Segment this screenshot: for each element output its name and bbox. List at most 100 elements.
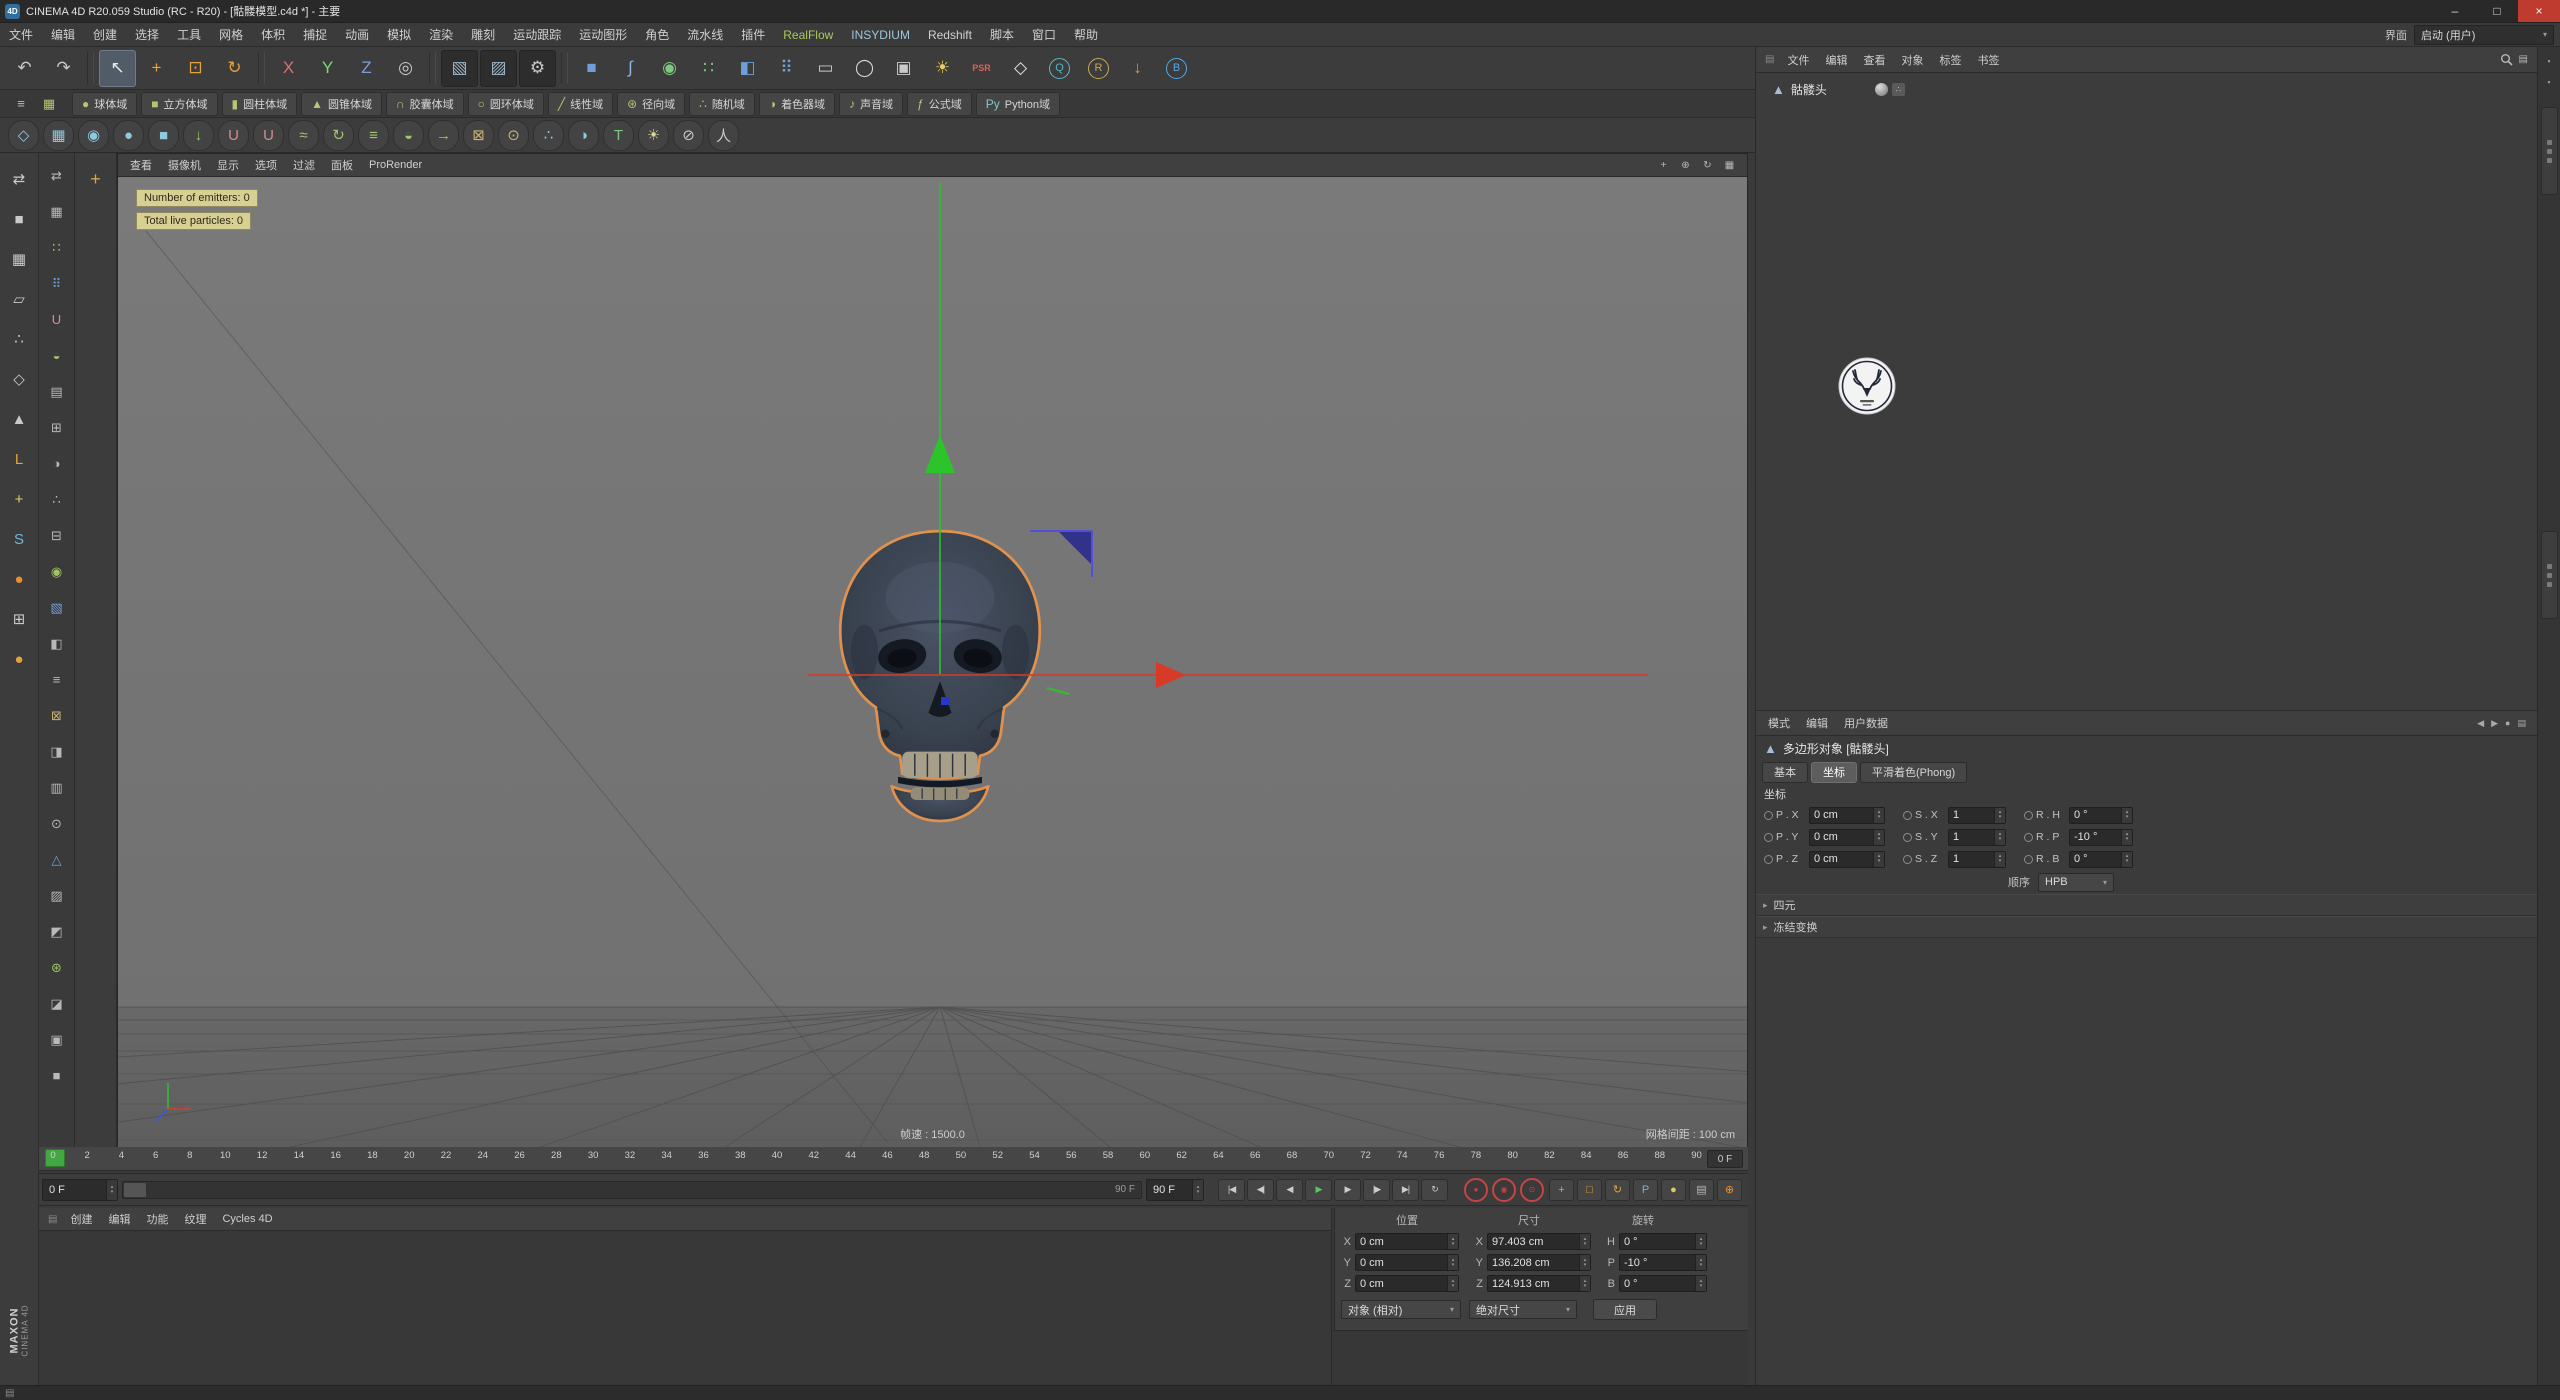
rotation-field[interactable]: 0 ° ▴ ▾: [2069, 806, 2133, 824]
dock-tab[interactable]: [2540, 531, 2558, 619]
render-settings-icon[interactable]: ⚙: [519, 49, 556, 87]
history-back-icon[interactable]: ◀: [2477, 718, 2484, 729]
palette-icon-13[interactable]: ▧: [42, 593, 71, 622]
move-tool-icon[interactable]: +: [138, 50, 175, 87]
menu-item[interactable]: 插件: [732, 23, 774, 46]
coordinate-mode-dropdown[interactable]: 对象 (相对) ▾: [1341, 1300, 1461, 1319]
keyframe-dot[interactable]: [1764, 854, 1773, 864]
palette-icon-19[interactable]: ⊙: [42, 809, 71, 838]
rf-gravity-daemon-icon[interactable]: ↓: [183, 119, 214, 151]
palette-icon-3[interactable]: ∷: [42, 233, 71, 262]
material-menu-item[interactable]: 纹理: [176, 1208, 214, 1230]
linear-field-button[interactable]: ╱ 线性域: [547, 91, 614, 116]
rf-drag-daemon-icon[interactable]: ≡: [358, 119, 389, 151]
palette-icon-10[interactable]: ∴: [42, 485, 71, 514]
dock-icon[interactable]: ▪: [2542, 53, 2557, 68]
next-key-button[interactable]: |▶: [1363, 1178, 1390, 1201]
size-input[interactable]: 124.913 cm ▴ ▾: [1487, 1275, 1591, 1292]
spinner[interactable]: ▴ ▾: [2121, 829, 2132, 845]
close-button[interactable]: ×: [2518, 0, 2560, 22]
polygons-mode-icon[interactable]: ▲: [3, 403, 35, 435]
lock-y-axis-icon[interactable]: Y: [309, 50, 346, 87]
panel-menu-icon[interactable]: ▤: [1760, 54, 1779, 65]
realflow-download-icon[interactable]: ↓: [1119, 50, 1156, 87]
rf-text-icon[interactable]: T: [603, 119, 634, 151]
cylinder-field-button[interactable]: ▮ 圆柱体域: [221, 91, 298, 116]
object-row-skull[interactable]: ▲ 骷髅头 ∴: [1756, 79, 2538, 99]
camera-icon[interactable]: ▣: [885, 50, 922, 87]
rotation-field[interactable]: -10 ° ▴ ▾: [2069, 828, 2133, 846]
snap-toggle-icon[interactable]: S: [3, 523, 35, 555]
scale-field[interactable]: 1 ▴ ▾: [1948, 828, 2006, 846]
keyframe-dot[interactable]: [1903, 810, 1912, 820]
attribute-tab[interactable]: 基本: [1762, 761, 1808, 783]
add-cube-icon[interactable]: ■: [573, 50, 610, 87]
menu-item[interactable]: 雕刻: [462, 23, 504, 46]
redo-icon[interactable]: ↷: [45, 50, 82, 87]
goto-start-button[interactable]: |◀: [1218, 1178, 1245, 1201]
palette-icon-4[interactable]: ⠿: [42, 269, 71, 298]
attribute-tab[interactable]: 平滑着色(Phong): [1860, 761, 1968, 783]
position-input[interactable]: 0 cm ▴ ▾: [1355, 1233, 1459, 1250]
quick-render-r-icon[interactable]: R: [1080, 50, 1117, 87]
menu-item[interactable]: 文件: [0, 23, 42, 46]
palette-icon-14[interactable]: ◧: [42, 629, 71, 658]
viewport-menu-item[interactable]: 面板: [323, 154, 361, 176]
menu-item[interactable]: 脚本: [981, 23, 1023, 46]
rf-kvolume-daemon-icon[interactable]: ⊠: [463, 119, 494, 151]
object-manager-menu-item[interactable]: 对象: [1893, 47, 1931, 72]
palette-icon-1[interactable]: ⇄: [42, 161, 71, 190]
viewport-menu-item[interactable]: 过滤: [285, 154, 323, 176]
viewport-menu-item[interactable]: 显示: [209, 154, 247, 176]
panel-menu-icon[interactable]: ▤: [43, 1214, 62, 1225]
rf-disable-icon[interactable]: ⊘: [673, 119, 704, 151]
palette-icon-22[interactable]: ◩: [42, 917, 71, 946]
menu-item[interactable]: 动画: [336, 23, 378, 46]
material-menu-item[interactable]: 编辑: [100, 1208, 138, 1230]
viewport-canvas[interactable]: Number of emitters: 0 Total live particl…: [118, 177, 1747, 1147]
menu-item[interactable]: 创建: [84, 23, 126, 46]
lock-icon[interactable]: ●: [2505, 718, 2510, 728]
filter-icon[interactable]: ▤: [2519, 54, 2528, 65]
keyframe-dot[interactable]: [1764, 810, 1773, 820]
psr-badge-icon[interactable]: PSR: [963, 50, 1000, 87]
rf-wind-daemon-icon[interactable]: →: [428, 119, 459, 151]
menu-item[interactable]: 捕捉: [294, 23, 336, 46]
box-field-button[interactable]: ■ 立方体域: [141, 91, 218, 116]
rf-surface-daemon-icon[interactable]: ◒: [393, 119, 424, 151]
paint-tool-icon[interactable]: ●: [3, 563, 35, 595]
rotate-tool-icon[interactable]: ↻: [216, 50, 253, 87]
play-button[interactable]: ▶: [1305, 1178, 1332, 1201]
size-input[interactable]: 97.403 cm ▴ ▾: [1487, 1233, 1591, 1250]
spinner[interactable]: ▴ ▾: [1873, 807, 1884, 823]
position-field[interactable]: 0 cm ▴ ▾: [1809, 828, 1885, 846]
palette-icon-12[interactable]: ◉: [42, 557, 71, 586]
spinner[interactable]: ▴ ▾: [1447, 1234, 1458, 1249]
keyframe-dot[interactable]: [1903, 832, 1912, 842]
points-mode-icon[interactable]: ∴: [3, 323, 35, 355]
field-list-icon[interactable]: ≡: [8, 92, 34, 116]
collapsed-section[interactable]: ▸ 冻结变换: [1756, 916, 2538, 938]
spinner[interactable]: ▴ ▾: [2121, 807, 2132, 823]
selection-tag-icon[interactable]: ∴: [1891, 82, 1905, 96]
bake-icon[interactable]: B: [1158, 50, 1195, 87]
spinner[interactable]: ▴ ▾: [1873, 829, 1884, 845]
keyframe-dot[interactable]: [2024, 854, 2033, 864]
palette-icon-24[interactable]: ◪: [42, 989, 71, 1018]
material-list-area[interactable]: [39, 1231, 1331, 1385]
menu-item[interactable]: 角色: [636, 23, 678, 46]
rf-noise-daemon-icon[interactable]: ≈: [288, 119, 319, 151]
spinner[interactable]: ▴ ▾: [2121, 851, 2132, 867]
record-options-button[interactable]: ⊙: [1520, 1177, 1544, 1202]
rotation-field[interactable]: 0 ° ▴ ▾: [2069, 850, 2133, 868]
array-generator-icon[interactable]: ∷: [690, 50, 727, 87]
rf-light-icon[interactable]: ☀: [638, 119, 669, 151]
toolbar-icon[interactable]: [87, 52, 94, 84]
palette-icon-8[interactable]: ⊞: [42, 413, 71, 442]
toolbar-icon[interactable]: [561, 52, 568, 84]
panel-menu-icon[interactable]: ▤: [2517, 718, 2526, 729]
sculpt-sphere-icon[interactable]: ●: [3, 643, 35, 675]
light-icon[interactable]: ☀: [924, 50, 961, 87]
rf-attractor-daemon-icon[interactable]: U: [218, 119, 249, 151]
spinner[interactable]: ▴ ▾: [1579, 1234, 1590, 1249]
